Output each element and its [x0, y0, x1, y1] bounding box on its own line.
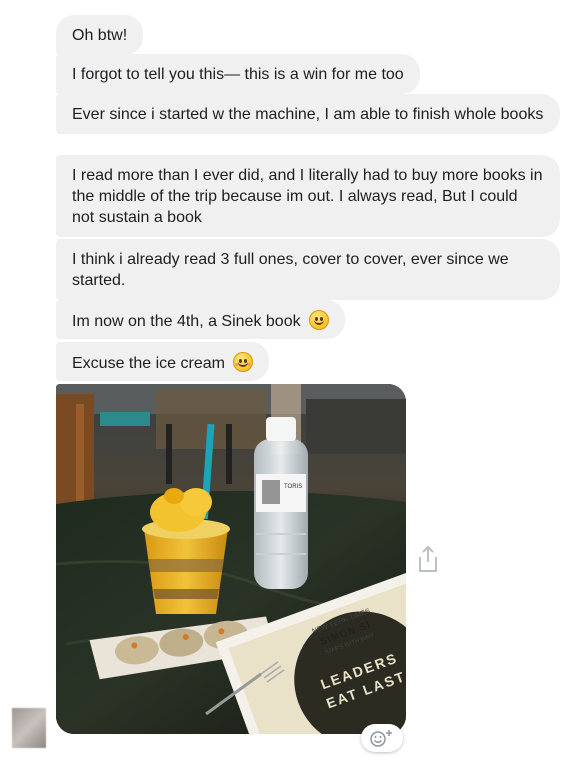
message-bubble[interactable]: Excuse the ice cream: [56, 342, 270, 381]
add-reaction-icon: [370, 730, 392, 747]
message-bubble[interactable]: Im now on the 4th, a Sinek book: [56, 300, 346, 339]
conversation: Oh btw! I forgot to tell you this— this …: [0, 0, 569, 761]
share-icon[interactable]: [416, 545, 440, 573]
message-text: I forgot to tell you this— this is a win…: [72, 66, 404, 83]
photo-image: TORIS NEW YORK TIMES SIMON SI STARS WITH…: [56, 384, 406, 734]
slightly-smiling-face-icon: [309, 310, 330, 330]
message-text: I read more than I ever did, and I liter…: [72, 167, 543, 226]
message-bubble[interactable]: Oh btw!: [56, 15, 144, 55]
add-reaction-button[interactable]: [361, 724, 403, 752]
message-bubble[interactable]: I forgot to tell you this— this is a win…: [56, 54, 420, 94]
avatar[interactable]: [12, 708, 46, 748]
message-text: Oh btw!: [72, 27, 128, 44]
message-text: I think i already read 3 full ones, cove…: [72, 251, 509, 289]
smiling-face-with-smiling-eyes-icon: [233, 352, 254, 372]
shared-photo[interactable]: TORIS NEW YORK TIMES SIMON SI STARS WITH…: [56, 384, 406, 734]
bottle-label: TORIS: [284, 484, 302, 490]
message-text: Ever since i started w the machine, I am…: [72, 106, 544, 123]
message-text: Im now on the 4th, a Sinek book: [72, 313, 301, 330]
message-bubble[interactable]: I think i already read 3 full ones, cove…: [56, 239, 560, 300]
message-bubble[interactable]: I read more than I ever did, and I liter…: [56, 155, 560, 237]
message-text: Excuse the ice cream: [72, 355, 225, 372]
message-bubble[interactable]: Ever since i started w the machine, I am…: [56, 94, 560, 134]
